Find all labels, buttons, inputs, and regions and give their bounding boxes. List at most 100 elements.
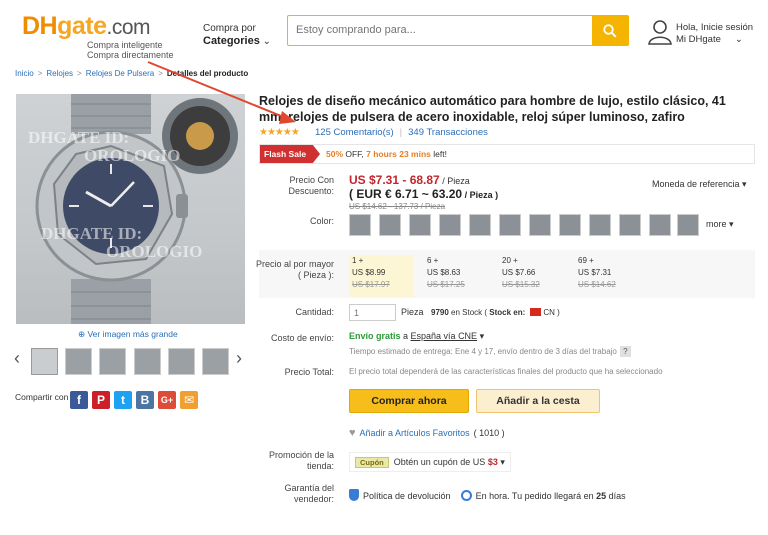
- color-swatch[interactable]: [409, 214, 431, 236]
- vk-icon[interactable]: B: [136, 391, 154, 409]
- quantity-input[interactable]: 1: [349, 304, 396, 321]
- color-swatch[interactable]: [619, 214, 641, 236]
- search-button[interactable]: [592, 16, 628, 45]
- thumbnail-6[interactable]: [202, 348, 229, 375]
- tier-qty: 20 +: [502, 256, 518, 265]
- return-policy-link[interactable]: Política de devolución: [363, 491, 451, 501]
- thumbnail-4[interactable]: [134, 348, 161, 375]
- tier-price: US $8.63: [427, 268, 461, 277]
- tagline-1: Compra inteligente: [87, 40, 163, 50]
- color-swatch[interactable]: [559, 214, 581, 236]
- facebook-icon[interactable]: f: [70, 391, 88, 409]
- shipping-to: a: [400, 331, 411, 341]
- transactions-link[interactable]: 349 Transacciones: [408, 127, 488, 138]
- chevron-left-icon[interactable]: ‹: [14, 348, 20, 369]
- total-price-label: Precio Total:: [284, 367, 334, 377]
- product-main-image[interactable]: DHGATE ID: OROLOGIO DHGATE ID: OROLOGIO: [16, 94, 245, 324]
- heart-icon: ♥: [349, 427, 356, 439]
- breadcrumb-separator: >: [77, 69, 82, 78]
- chevron-right-icon[interactable]: ›: [236, 348, 242, 369]
- tier-qty: 1 +: [352, 256, 364, 265]
- add-to-cart-button[interactable]: Añadir a la cesta: [476, 389, 600, 413]
- favorites-label: Añadir a Artículos Favoritos: [359, 428, 470, 438]
- tier-old-price: US $15.32: [502, 280, 540, 289]
- stock-count: 9790: [431, 308, 449, 317]
- email-icon[interactable]: ✉: [180, 391, 198, 409]
- shipping-label: Costo de envío:: [270, 333, 334, 343]
- logo-com: .com: [106, 16, 151, 39]
- on-time-text: En hora. Tu pedido llegará en: [475, 491, 597, 501]
- flash-left-text: left!: [430, 149, 447, 159]
- flash-sale-text: 50% OFF, 7 hours 23 mins left!: [326, 149, 447, 159]
- price-tier-3: 20 + US $7.66 US $15.32: [499, 255, 563, 297]
- google-plus-icon[interactable]: G+: [158, 391, 176, 409]
- account-menu[interactable]: Hola, Inicie sesión Mi DHgate ⌄: [676, 22, 753, 46]
- breadcrumb-inicio[interactable]: Inicio: [15, 69, 34, 78]
- wholesale-label-sub: ( Pieza ):: [297, 270, 334, 280]
- seller-guarantee: Política de devolución En hora. Tu pedido…: [349, 489, 626, 501]
- buy-now-button[interactable]: Comprar ahora: [349, 389, 469, 413]
- more-colors-button[interactable]: more ▾: [706, 219, 734, 230]
- tier-price: US $7.66: [502, 268, 536, 277]
- stock-location-label: Stock en:: [489, 308, 526, 317]
- color-swatch[interactable]: [677, 214, 699, 236]
- flash-percent: 50%: [326, 149, 344, 159]
- thumbnail-2[interactable]: [65, 348, 92, 375]
- wholesale-label-text: Precio al por mayor: [255, 259, 334, 269]
- tier-price: US $8.99: [352, 268, 386, 277]
- coupon-dropdown[interactable]: Cupón Obtén un cupón de US $3 ▾: [349, 452, 511, 472]
- color-swatch[interactable]: [529, 214, 551, 236]
- shipping-destination-dropdown[interactable]: España vía CNE: [411, 331, 478, 341]
- chevron-down-icon: ⌄: [262, 36, 272, 47]
- search-input[interactable]: [296, 24, 586, 36]
- flash-time-left: 7 hours 23 mins: [366, 149, 431, 159]
- color-swatch[interactable]: [499, 214, 521, 236]
- price-unit: / Pieza: [439, 176, 470, 186]
- add-to-favorites[interactable]: ♥ Añadir a Artículos Favoritos( 1010 ): [349, 427, 505, 439]
- pinterest-icon[interactable]: P: [92, 391, 110, 409]
- user-icon[interactable]: [648, 19, 672, 45]
- reviews-link[interactable]: 125 Comentario(s): [315, 127, 394, 138]
- color-swatch[interactable]: [439, 214, 461, 236]
- shield-icon: [349, 489, 359, 501]
- watermark-text: DHGATE ID:: [41, 224, 143, 243]
- color-swatch[interactable]: [649, 214, 671, 236]
- currency-dropdown[interactable]: Moneda de referencia ▾: [652, 179, 747, 190]
- thumbnail-3[interactable]: [99, 348, 126, 375]
- breadcrumb-relojes-de-pulsera[interactable]: Relojes De Pulsera: [86, 69, 154, 78]
- twitter-icon[interactable]: t: [114, 391, 132, 409]
- watermark-text: OROLOGIO: [106, 242, 203, 261]
- categories-menu[interactable]: Compra por Categories ⌄: [203, 22, 271, 48]
- dhgate-logo[interactable]: DHgate.com: [22, 12, 151, 40]
- thumbnail-5[interactable]: [168, 348, 195, 375]
- thumbnail-1[interactable]: [31, 348, 58, 375]
- color-swatch[interactable]: [469, 214, 491, 236]
- quantity-unit: Pieza: [401, 307, 424, 317]
- favorites-count: ( 1010 ): [473, 428, 505, 438]
- color-swatches: [349, 214, 699, 236]
- separator: |: [399, 127, 403, 138]
- breadcrumb-relojes[interactable]: Relojes: [46, 69, 73, 78]
- total-price-text: El precio total dependerá de las caracte…: [349, 367, 663, 376]
- days-suffix: días: [606, 491, 626, 501]
- help-icon[interactable]: ?: [619, 346, 631, 357]
- greeting-text: Hola, Inicie sesión: [676, 22, 754, 33]
- breadcrumb-separator: >: [158, 69, 163, 78]
- color-swatch[interactable]: [379, 214, 401, 236]
- breadcrumb: Inicio > Relojes > Relojes De Pulsera > Detall…: [15, 69, 248, 78]
- store-promo-label: Promoción de la tienda:: [268, 450, 334, 471]
- color-swatch[interactable]: [589, 214, 611, 236]
- color-swatch[interactable]: [349, 214, 371, 236]
- view-larger-image-link[interactable]: ⊕ Ver imagen más grande: [78, 329, 178, 340]
- quantity-label: Cantidad:: [295, 307, 334, 317]
- seller-guarantee-label: Garantía del vendedor:: [284, 483, 334, 504]
- price-label: Precio Con Descuento:: [288, 175, 334, 196]
- account-label: Mi DHgate: [676, 34, 721, 45]
- tier-old-price: US $14.62: [578, 280, 616, 289]
- logo-gate: gate: [57, 12, 107, 40]
- coupon-badge: Cupón: [355, 457, 389, 468]
- chevron-down-icon: ▾: [477, 331, 485, 341]
- watermark-text: OROLOGIO: [84, 146, 181, 165]
- product-title: Relojes de diseño mecánico automático pa…: [259, 94, 726, 124]
- share-label: Compartir con: [15, 392, 69, 402]
